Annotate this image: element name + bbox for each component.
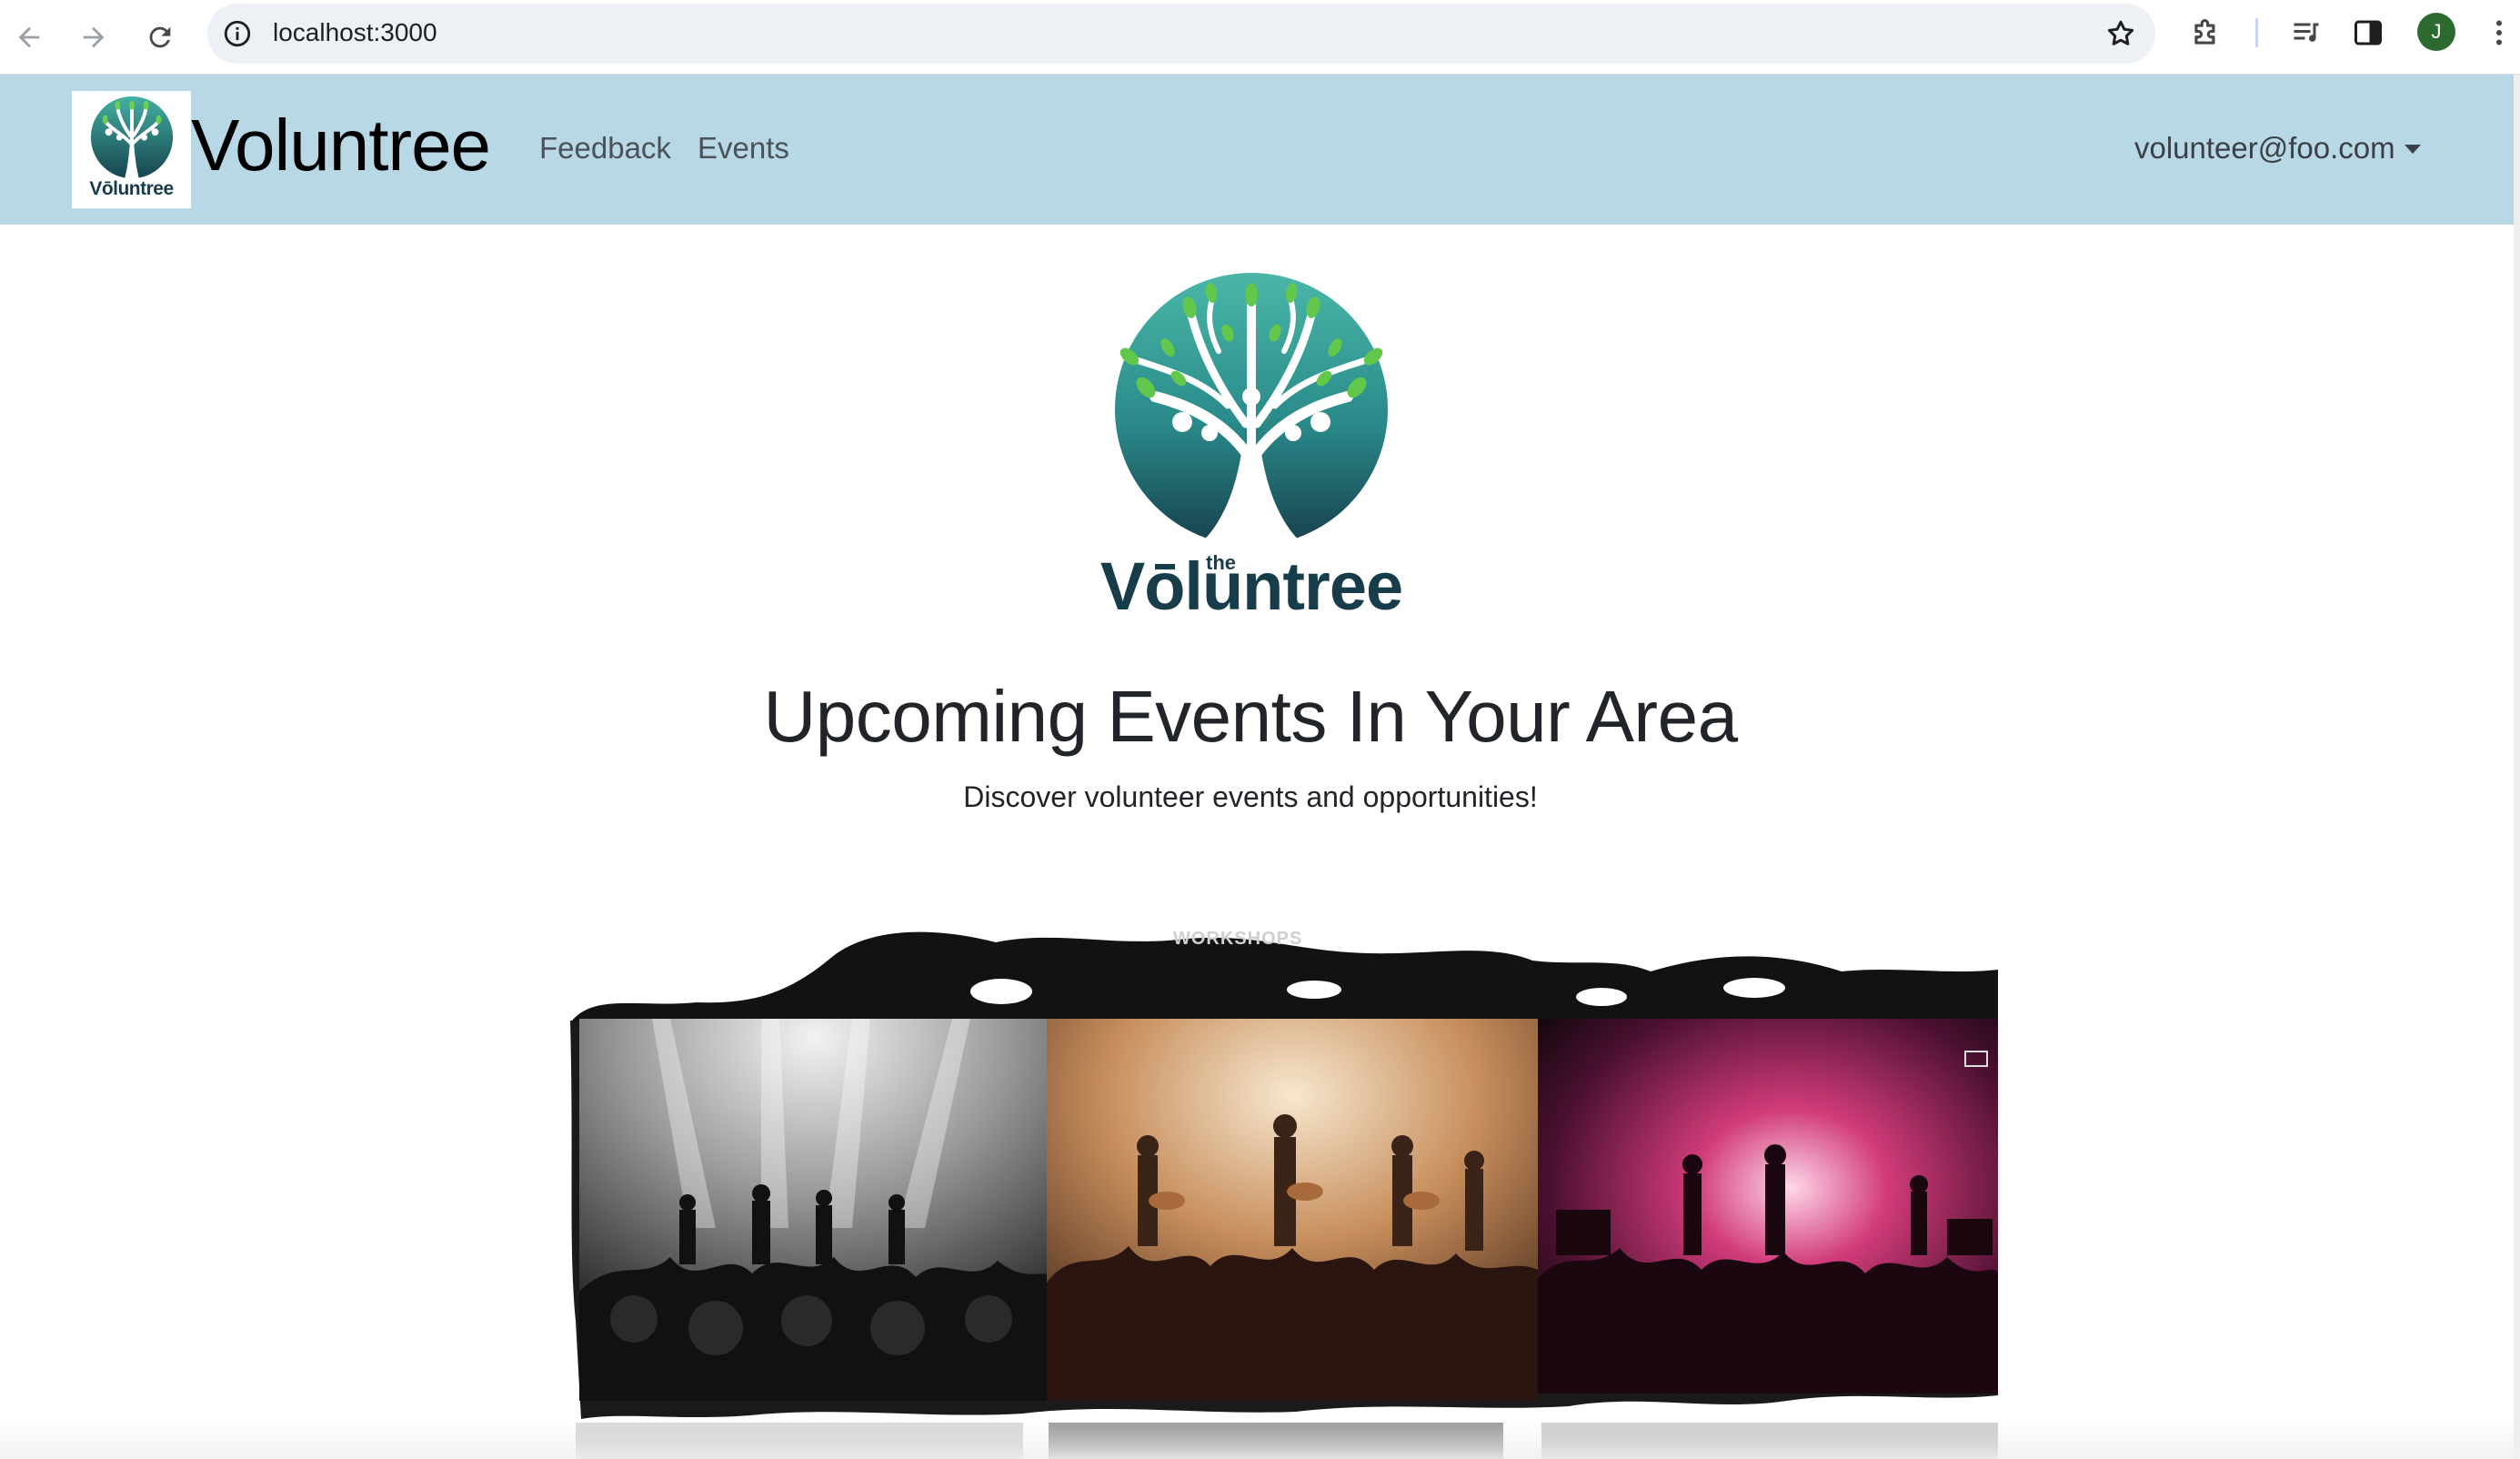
brand-name[interactable]: Voluntree <box>191 104 491 187</box>
nav-link-feedback[interactable]: Feedback <box>539 131 671 166</box>
app-navbar: Vōluntree Voluntree Feedback Events volu… <box>0 75 2514 225</box>
events-collage: WORKSHOPS <box>568 921 1998 1459</box>
media-queue-icon[interactable] <box>2286 13 2326 53</box>
side-panel-icon[interactable] <box>2348 13 2388 53</box>
hero-logo: the Vōluntree <box>1100 273 1403 615</box>
toolbar-separator <box>2255 18 2258 47</box>
caret-down-icon <box>2404 145 2421 154</box>
user-dropdown[interactable]: volunteer@foo.com <box>2134 131 2421 166</box>
kebab-menu-icon[interactable] <box>2479 13 2519 53</box>
logo-word: Vōluntree <box>1100 548 1402 615</box>
page-scrollbar[interactable] <box>2514 75 2520 1459</box>
site-info-icon[interactable] <box>220 16 255 51</box>
brand-logo[interactable]: Vōluntree <box>72 91 191 208</box>
url-text[interactable]: localhost:3000 <box>273 18 437 47</box>
bottom-fade <box>0 1419 2520 1459</box>
extensions-puzzle-icon[interactable] <box>2186 13 2226 53</box>
tree-logo-icon <box>90 96 173 179</box>
address-bar[interactable]: localhost:3000 <box>207 4 2155 64</box>
page-title: Upcoming Events In Your Area <box>763 676 1738 757</box>
concert-photo-magenta[interactable] <box>1538 1019 1998 1394</box>
page-subtitle: Discover volunteer events and opportunit… <box>963 780 1538 813</box>
banner-text: WORKSHOPS <box>1173 929 1302 949</box>
brand-logo-word: Vōluntree <box>89 178 174 199</box>
concert-photo-warm[interactable] <box>1047 1019 1538 1401</box>
back-arrow-icon[interactable] <box>5 14 53 61</box>
nav-link-events[interactable]: Events <box>698 131 789 166</box>
forward-arrow-icon[interactable] <box>70 14 117 61</box>
browser-toolbar: localhost:3000 J <box>0 0 2520 75</box>
user-email: volunteer@foo.com <box>2134 131 2395 165</box>
reload-icon[interactable] <box>136 14 184 61</box>
profile-avatar[interactable]: J <box>2417 13 2455 51</box>
concert-photo-monochrome[interactable] <box>579 1019 1050 1401</box>
bookmark-star-icon[interactable] <box>2103 15 2139 52</box>
